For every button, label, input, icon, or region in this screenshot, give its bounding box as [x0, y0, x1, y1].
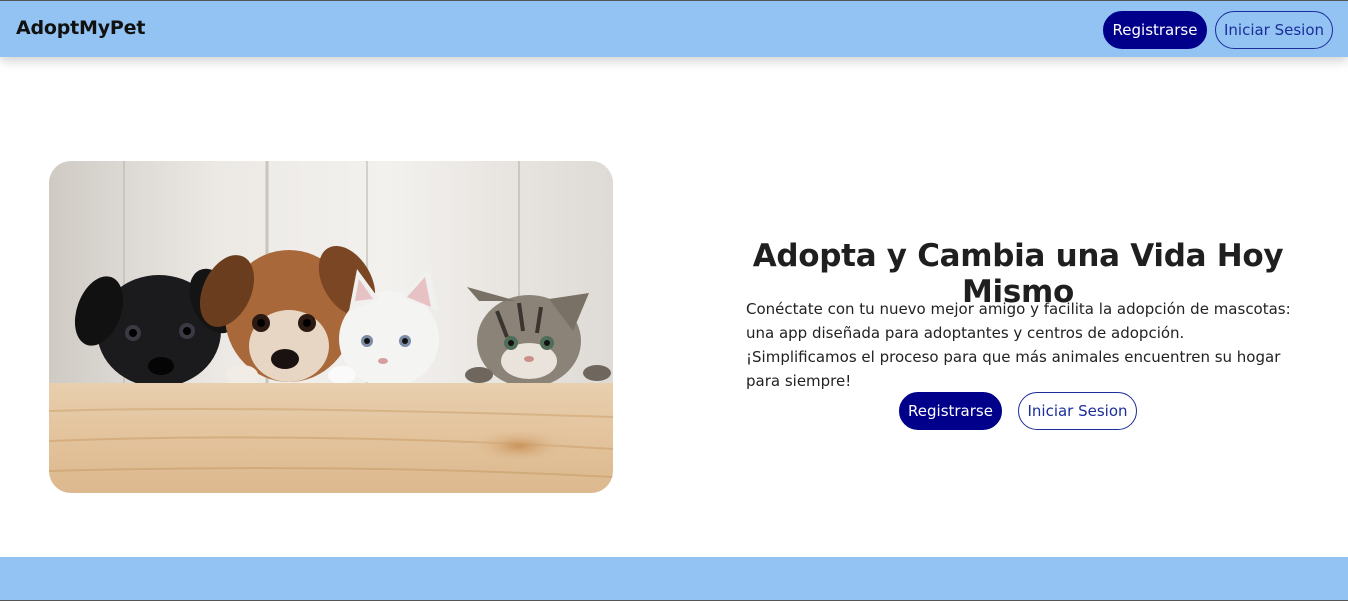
pets-photo-icon — [49, 161, 613, 493]
nav-register-button[interactable]: Registrarse — [1103, 11, 1207, 49]
top-navbar: AdoptMyPet Registrarse Iniciar Sesion — [0, 0, 1348, 57]
hero-register-button[interactable]: Registrarse — [899, 392, 1002, 430]
brand-logo[interactable]: AdoptMyPet — [16, 17, 145, 39]
hero-pets-image — [49, 161, 613, 493]
hero-description: Conéctate con tu nuevo mejor amigo y fac… — [746, 300, 1291, 390]
hero-login-button[interactable]: Iniciar Sesion — [1018, 392, 1137, 430]
page-footer — [0, 557, 1348, 601]
nav-login-button[interactable]: Iniciar Sesion — [1215, 11, 1333, 49]
